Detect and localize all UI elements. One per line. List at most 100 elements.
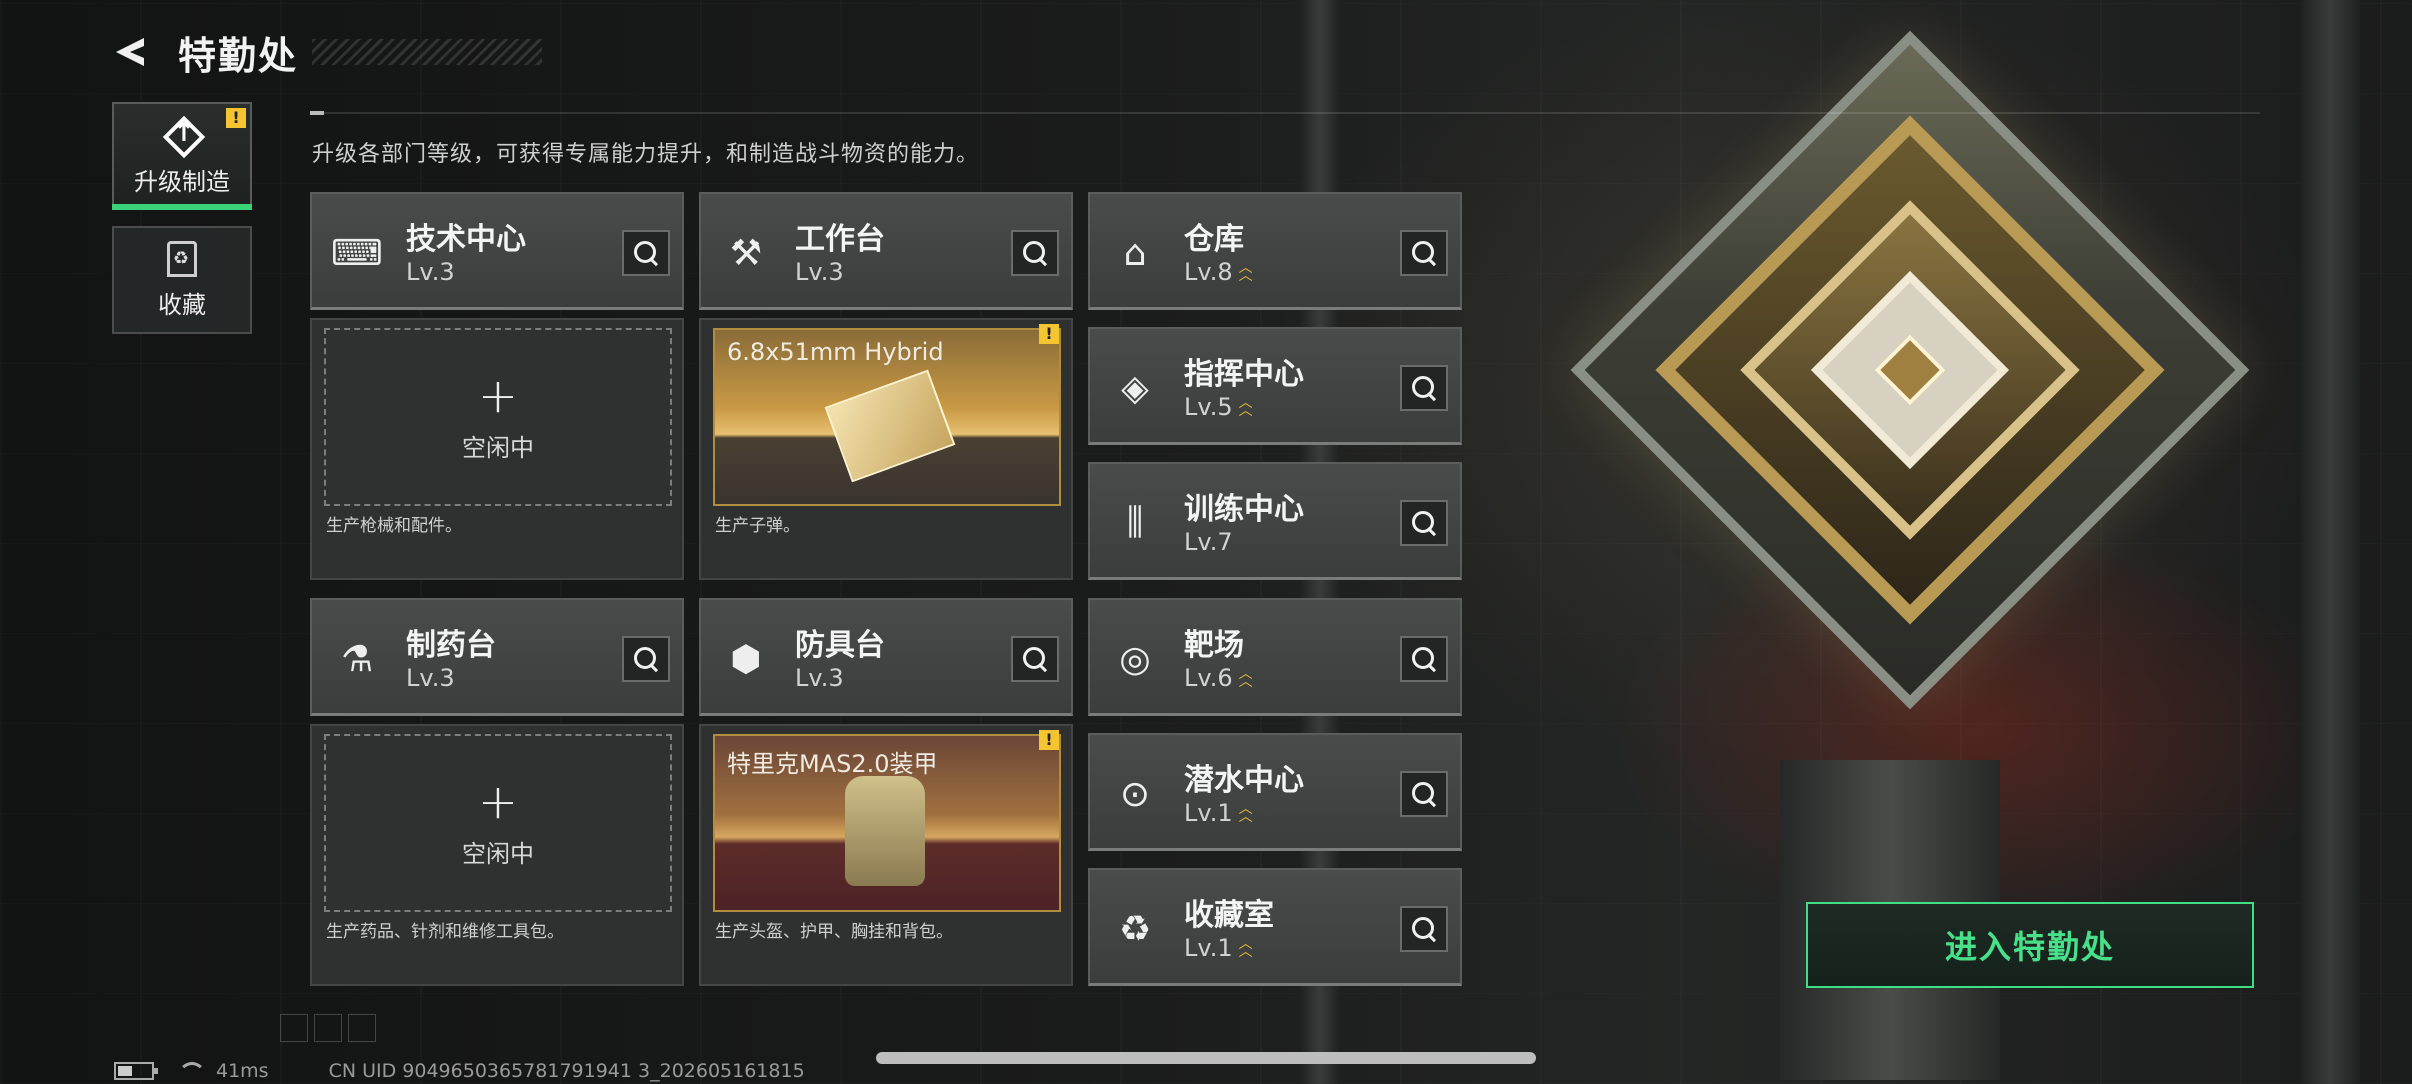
corner-decoration [280,1014,308,1042]
dept-card-warehouse[interactable]: ⌂ 仓库 Lv.8 ︿ ︿ [1088,192,1462,310]
dept-name: 技术中心 [406,222,526,257]
side-tab-label: 升级制造 [134,167,230,196]
enter-button-label: 进入特勤处 [1944,928,2115,966]
alert-badge: ! [1039,730,1059,750]
battery-icon [114,1062,158,1080]
armor-vest-image [845,776,925,886]
pharmacy-icon: ⚗ [340,638,374,680]
producing-item-card[interactable]: 6.8x51mm Hybrid [713,328,1061,506]
corner-decoration [314,1014,342,1042]
dept-name: 制药台 [406,628,496,663]
dept-name: 潜水中心 [1184,763,1304,798]
warehouse-icon: ⌂ [1123,232,1147,274]
page-description: 升级各部门等级，可获得专属能力提升，和制造战斗物资的能力。 [312,142,980,167]
dept-card-training-center[interactable]: ⫼ 训练中心 Lv.7 [1088,462,1462,580]
dept-level: Lv.1 ︿ ︿ [1184,934,1253,962]
inspect-button[interactable] [622,230,670,276]
slot-description: 生产枪械和配件。 [326,516,462,536]
dept-name: 工作台 [795,222,885,257]
page-title: 特勤处 [178,33,299,78]
dept-name: 指挥中心 [1184,357,1304,392]
inspect-button[interactable] [1400,500,1448,546]
inspect-button[interactable] [1400,636,1448,682]
dept-card-pharmacy[interactable]: ⚗ 制药台 Lv.3 [310,598,684,716]
dept-level: Lv.8 ︿ ︿ [1184,258,1253,286]
dept-level: Lv.3 [406,664,455,692]
producing-item-card[interactable]: 特里克MAS2.0装甲 [713,734,1061,912]
inspect-button[interactable] [1011,636,1059,682]
collection-icon [167,240,197,277]
training-center-icon: ⫼ [1126,502,1144,543]
dept-card-diving-center[interactable]: ⊙ 潜水中心 Lv.1 ︿ ︿ [1088,733,1462,851]
plus-icon: + [477,367,519,424]
item-name: 6.8x51mm Hybrid [727,338,944,366]
header-divider [310,111,2260,115]
dept-name: 防具台 [795,628,885,663]
inspect-button[interactable] [1400,906,1448,952]
page-header: 特勤处 [110,22,543,82]
user-uid: CN UID 9049650365781791941 3_20260516181… [328,1060,805,1082]
workbench-icon: ⚒ [729,232,763,274]
dept-card-armor-bench[interactable]: ⬢ 防具台 Lv.3 [699,598,1073,716]
collection-room-icon: ♻ [1118,908,1152,950]
dept-level: Lv.3 [795,664,844,692]
wifi-icon [178,1062,206,1080]
corner-decoration [348,1014,376,1042]
dept-name: 靶场 [1184,628,1244,663]
slot-description: 生产药品、针剂和维修工具包。 [326,922,564,942]
armor-bench-icon: ⬢ [730,638,762,680]
inspect-button[interactable] [1400,230,1448,276]
back-arrow-icon[interactable] [110,30,154,74]
side-tab-collection[interactable]: 收藏 [112,226,252,334]
alert-badge: ! [226,108,246,128]
ping-readout: 41ms [216,1060,269,1082]
upgrade-available-icon: ︿ ︿ [1238,260,1253,284]
status-bar: 41ms CN UID 9049650365781791941 3_202605… [114,1060,805,1082]
command-center-icon: ◈ [1121,367,1149,409]
inspect-button[interactable] [1400,771,1448,817]
dept-name: 仓库 [1184,222,1244,257]
alert-badge: ! [1039,324,1059,344]
production-slot-workbench: 6.8x51mm Hybrid ! 生产子弹。 [699,318,1073,580]
dept-level: Lv.1 ︿ ︿ [1184,799,1253,827]
diving-center-icon: ⊙ [1119,773,1151,815]
production-slot-tech-center: + 空闲中 生产枪械和配件。 [310,318,684,580]
special-ops-cube-art [1570,30,2250,710]
dept-card-shooting-range[interactable]: ◎ 靶场 Lv.6 ︿ ︿ [1088,598,1462,716]
inspect-button[interactable] [1400,365,1448,411]
production-slot-pharmacy: + 空闲中 生产药品、针剂和维修工具包。 [310,724,684,986]
dept-card-collection-room[interactable]: ♻ 收藏室 Lv.1 ︿ ︿ [1088,868,1462,986]
home-indicator[interactable] [876,1052,1536,1064]
ammo-box-image [824,369,956,483]
inspect-button[interactable] [1011,230,1059,276]
upgrade-icon [163,116,201,154]
shooting-range-icon: ◎ [1119,638,1151,680]
empty-slot-label: 空闲中 [462,839,534,868]
slot-description: 生产子弹。 [715,516,800,536]
slot-description: 生产头盔、护甲、胸挂和背包。 [715,922,953,942]
item-name: 特里克MAS2.0装甲 [727,750,938,778]
dept-level: Lv.3 [795,258,844,286]
dept-card-workbench[interactable]: ⚒ 工作台 Lv.3 [699,192,1073,310]
upgrade-available-icon: ︿ ︿ [1238,801,1253,825]
tech-center-icon: ⌨ [331,232,383,274]
dept-card-tech-center[interactable]: ⌨ 技术中心 Lv.3 [310,192,684,310]
dept-name: 收藏室 [1184,898,1274,933]
empty-slot-button[interactable]: + 空闲中 [324,328,672,506]
enter-special-ops-button[interactable]: 进入特勤处 [1806,902,2254,988]
upgrade-available-icon: ︿ ︿ [1238,395,1253,419]
side-tab-upgrade[interactable]: 升级制造 ! [112,102,252,210]
side-tab-label: 收藏 [158,290,206,319]
inspect-button[interactable] [622,636,670,682]
title-stripes-decoration [312,39,543,65]
dept-card-command-center[interactable]: ◈ 指挥中心 Lv.5 ︿ ︿ [1088,327,1462,445]
dept-name: 训练中心 [1184,492,1304,527]
production-slot-armor-bench: 特里克MAS2.0装甲 ! 生产头盔、护甲、胸挂和背包。 [699,724,1073,986]
upgrade-available-icon: ︿ ︿ [1238,936,1253,960]
upgrade-available-icon: ︿ ︿ [1238,666,1253,690]
background-pillar [2300,0,2360,1084]
empty-slot-button[interactable]: + 空闲中 [324,734,672,912]
dept-level: Lv.3 [406,258,455,286]
dept-level: Lv.7 [1184,528,1233,556]
plus-icon: + [477,773,519,830]
